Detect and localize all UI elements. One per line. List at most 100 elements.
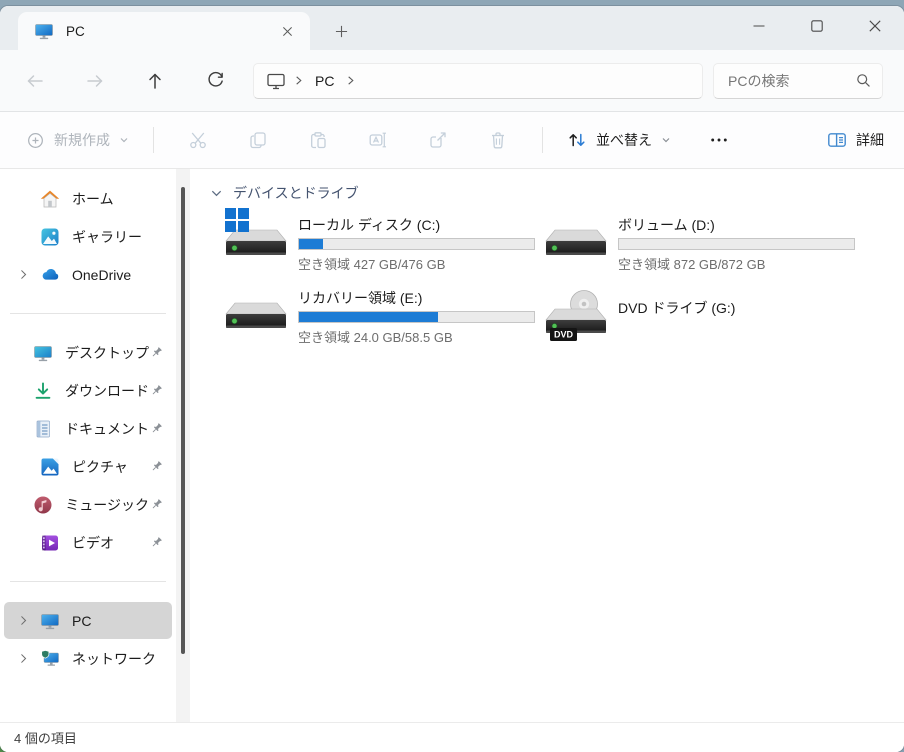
new-tab-button[interactable] bbox=[324, 16, 358, 46]
drive-name: ボリューム (D:) bbox=[618, 215, 855, 235]
window-controls bbox=[730, 6, 904, 46]
address-bar[interactable]: PC bbox=[253, 63, 703, 99]
pin-icon bbox=[149, 421, 164, 436]
breadcrumb-pc[interactable]: PC bbox=[311, 73, 338, 89]
explorer-window: PC bbox=[0, 6, 904, 752]
sidebar-item-label: PC bbox=[72, 613, 91, 629]
plus-circle-icon bbox=[26, 131, 45, 150]
network-icon bbox=[40, 649, 60, 669]
details-pane-icon bbox=[827, 130, 847, 150]
sidebar-item-videos[interactable]: ビデオ bbox=[4, 524, 172, 561]
rename-icon[interactable] bbox=[358, 120, 398, 160]
up-icon[interactable] bbox=[133, 63, 177, 99]
chevron-down-icon bbox=[661, 135, 671, 145]
document-icon bbox=[33, 419, 53, 439]
tab-close-icon[interactable] bbox=[274, 18, 300, 44]
breadcrumb-chevron-icon[interactable] bbox=[338, 75, 363, 86]
sidebar-item-documents[interactable]: ドキュメント bbox=[4, 410, 172, 447]
copy-icon[interactable] bbox=[238, 120, 278, 160]
pc-monitor-icon bbox=[34, 21, 54, 41]
new-button[interactable]: 新規作成 bbox=[16, 130, 139, 150]
pictures-icon bbox=[40, 457, 60, 477]
refresh-icon[interactable] bbox=[193, 63, 237, 99]
drive-name: リカバリー領域 (E:) bbox=[298, 288, 535, 308]
section-devices-and-drives[interactable]: デバイスとドライブ bbox=[210, 183, 904, 203]
expand-chevron-icon[interactable] bbox=[12, 268, 34, 281]
sidebar-item-label: ダウンロード bbox=[65, 381, 149, 401]
sidebar-item-label: ホーム bbox=[72, 189, 114, 209]
pin-icon bbox=[149, 345, 164, 360]
capacity-bar bbox=[298, 238, 535, 250]
breadcrumb-chevron-icon bbox=[286, 75, 311, 86]
video-icon bbox=[40, 533, 60, 553]
navigation-bar: PC bbox=[0, 50, 904, 112]
close-button[interactable] bbox=[846, 6, 904, 46]
pin-icon bbox=[149, 497, 164, 512]
onedrive-icon bbox=[40, 265, 60, 285]
maximize-button[interactable] bbox=[788, 6, 846, 46]
paste-icon[interactable] bbox=[298, 120, 338, 160]
toolbar-divider bbox=[542, 127, 543, 153]
sidebar-item-label: ピクチャ bbox=[72, 457, 128, 477]
pin-icon bbox=[149, 383, 164, 398]
drive-icon bbox=[224, 290, 288, 342]
sidebar-item-label: ミュージック bbox=[65, 495, 149, 515]
sidebar-item-downloads[interactable]: ダウンロード bbox=[4, 372, 172, 409]
cut-icon[interactable] bbox=[178, 120, 218, 160]
sidebar-item-onedrive[interactable]: OneDrive bbox=[4, 256, 172, 293]
sidebar-item-music[interactable]: ミュージック bbox=[4, 486, 172, 523]
search-box[interactable] bbox=[713, 63, 883, 99]
sort-button[interactable]: 並べ替え bbox=[561, 130, 677, 150]
sidebar-item-home[interactable]: ホーム bbox=[4, 180, 172, 217]
download-icon bbox=[33, 381, 53, 401]
capacity-bar bbox=[618, 238, 855, 250]
sidebar-item-pc[interactable]: PC bbox=[4, 602, 172, 639]
gallery-icon bbox=[40, 227, 60, 247]
drive-tile-e[interactable]: リカバリー領域 (E:) 空き領域 24.0 GB/58.5 GB bbox=[224, 288, 544, 348]
sidebar-scrollbar[interactable] bbox=[176, 169, 190, 722]
details-view-button[interactable]: 詳細 bbox=[823, 130, 888, 150]
capacity-bar-fill bbox=[299, 312, 438, 322]
share-icon[interactable] bbox=[418, 120, 458, 160]
drive-tile-c[interactable]: ローカル ディスク (C:) 空き領域 427 GB/476 GB bbox=[224, 215, 544, 275]
search-icon bbox=[855, 72, 872, 89]
sidebar-item-desktop[interactable]: デスクトップ bbox=[4, 334, 172, 371]
sort-button-label: 並べ替え bbox=[596, 130, 652, 150]
sidebar-item-label: OneDrive bbox=[72, 267, 131, 283]
search-input[interactable] bbox=[718, 73, 855, 89]
drive-tile-d[interactable]: ボリューム (D:) 空き領域 872 GB/872 GB bbox=[544, 215, 864, 275]
minimize-button[interactable] bbox=[730, 6, 788, 46]
drive-icon bbox=[544, 217, 608, 269]
delete-icon[interactable] bbox=[478, 120, 518, 160]
collapse-chevron-icon[interactable] bbox=[210, 187, 223, 200]
sidebar-item-gallery[interactable]: ギャラリー bbox=[4, 218, 172, 255]
sidebar-item-network[interactable]: ネットワーク bbox=[4, 640, 172, 677]
item-count-label: 4 個の項目 bbox=[14, 728, 77, 747]
sidebar-divider bbox=[10, 313, 166, 314]
free-space-label: 空き領域 872 GB/872 GB bbox=[618, 254, 855, 273]
pc-icon bbox=[40, 611, 60, 631]
tab-pc[interactable]: PC bbox=[18, 12, 310, 50]
sidebar-item-label: ネットワーク bbox=[72, 649, 156, 669]
drive-name: ローカル ディスク (C:) bbox=[298, 215, 535, 235]
section-title: デバイスとドライブ bbox=[233, 183, 359, 203]
scrollbar-thumb[interactable] bbox=[181, 187, 185, 654]
dvd-drive-icon: DVD bbox=[544, 290, 608, 342]
more-options-icon[interactable] bbox=[701, 122, 737, 158]
expand-chevron-icon[interactable] bbox=[12, 614, 34, 627]
new-button-label: 新規作成 bbox=[54, 130, 110, 150]
pin-icon bbox=[149, 535, 164, 550]
desktop-icon bbox=[33, 343, 53, 363]
free-space-label: 空き領域 427 GB/476 GB bbox=[298, 254, 535, 273]
back-icon[interactable] bbox=[13, 63, 57, 99]
system-drive-icon bbox=[224, 217, 288, 269]
command-toolbar: 新規作成 並べ替え bbox=[0, 112, 904, 169]
forward-icon[interactable] bbox=[73, 63, 117, 99]
drive-tile-g-dvd[interactable]: DVD DVD ドライブ (G:) bbox=[544, 288, 864, 348]
address-pc-icon bbox=[266, 71, 286, 91]
tab-title: PC bbox=[66, 24, 85, 39]
dvd-badge-label: DVD bbox=[554, 330, 574, 340]
sidebar-item-pictures[interactable]: ピクチャ bbox=[4, 448, 172, 485]
pin-icon bbox=[149, 459, 164, 474]
expand-chevron-icon[interactable] bbox=[12, 652, 34, 665]
